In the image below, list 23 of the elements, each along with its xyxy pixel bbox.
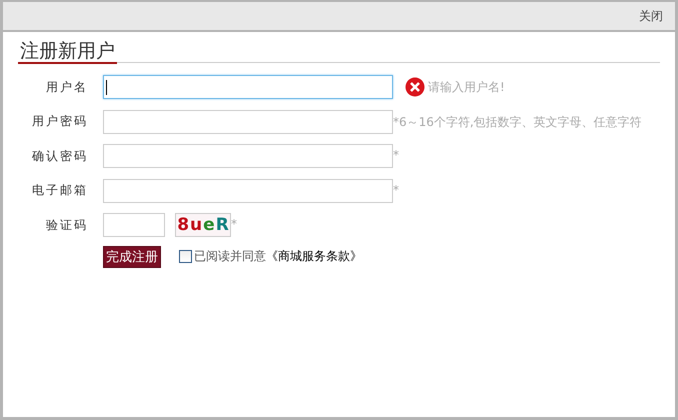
field-label: 用户密码 [31, 113, 88, 130]
captcha-input[interactable] [103, 213, 165, 237]
agree-checkbox[interactable] [179, 250, 192, 263]
input-field[interactable] [103, 110, 393, 134]
form-title: 注册新用户 [18, 40, 117, 64]
field-label: 电子邮箱 [31, 182, 88, 199]
field-label: 验证码 [45, 216, 88, 234]
captcha-image[interactable]: 8ueR [175, 213, 231, 237]
field-hint: * [231, 217, 237, 231]
submit-button[interactable]: 完成注册 [103, 246, 161, 268]
agree-label: 已阅读并同意 [194, 248, 266, 265]
field-hint: * [393, 148, 399, 162]
error-message: 请输入用户名! [428, 78, 505, 96]
terms-link[interactable]: 《商城服务条款》 [266, 248, 362, 265]
field-hint: * [393, 182, 399, 196]
field-label: 用户名 [45, 78, 88, 96]
error-icon [405, 77, 425, 97]
field-label: 确认密码 [31, 148, 88, 164]
input-field[interactable] [103, 144, 393, 168]
input-field[interactable] [103, 178, 393, 202]
field-hint: *6～16个字符,包括数字、英文字母、任意字符 [393, 114, 642, 130]
input-field[interactable] [103, 75, 393, 99]
close-button[interactable]: 关闭 [639, 8, 663, 24]
